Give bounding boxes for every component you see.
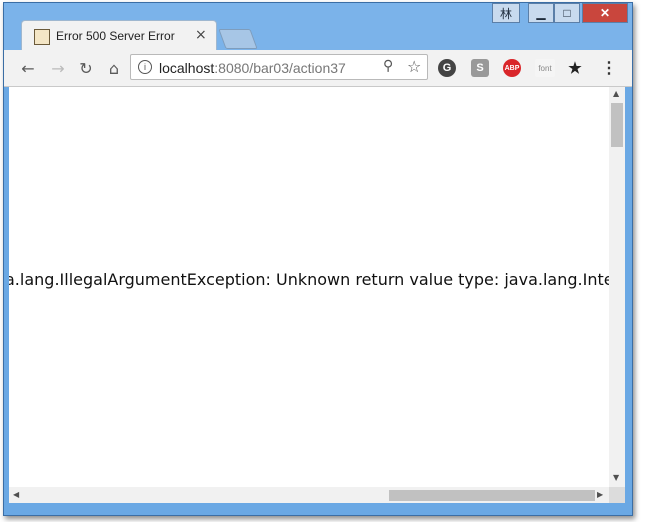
minimize-button[interactable]: ▁ [528, 3, 554, 23]
scroll-down-icon[interactable]: ▼ [613, 473, 619, 482]
horizontal-scrollbar[interactable]: ◀ ▶ [9, 487, 609, 503]
maximize-button[interactable]: □ [554, 3, 580, 23]
scroll-right-icon[interactable]: ▶ [597, 490, 603, 499]
reload-icon[interactable]: ↻ [74, 56, 98, 80]
window-bottom-frame [4, 503, 632, 515]
url-host: localhost [159, 60, 215, 76]
scroll-up-icon[interactable]: ▲ [613, 89, 619, 98]
forward-arrow-icon[interactable]: → [46, 56, 70, 80]
url-text[interactable]: localhost:8080/bar03/action37 [159, 60, 346, 76]
page-favicon-icon [34, 29, 50, 45]
star-extension-icon[interactable]: ★ [566, 59, 584, 77]
scroll-left-icon[interactable]: ◀ [13, 490, 19, 499]
vertical-scroll-thumb[interactable] [611, 103, 623, 147]
vertical-scrollbar[interactable]: ▲ ▼ [609, 87, 625, 487]
bookmark-star-icon[interactable]: ☆ [407, 57, 421, 76]
user-profile-button[interactable]: 林 [492, 3, 520, 23]
font-extension-icon[interactable]: font [535, 59, 555, 77]
home-icon[interactable]: ⌂ [102, 56, 126, 80]
back-arrow-icon[interactable]: ← [16, 56, 40, 80]
error-message: a.lang.IllegalArgumentException: Unknown… [9, 270, 609, 289]
horizontal-scroll-thumb[interactable] [389, 490, 595, 501]
tab-error-500[interactable]: Error 500 Server Error × [21, 20, 217, 51]
zoom-icon[interactable]: ⚲ [383, 58, 393, 74]
page-content: a.lang.IllegalArgumentException: Unknown… [9, 87, 609, 487]
browser-window: Error 500 Server Error × 林 ▁ □ ✕ ← → ↻ ⌂… [3, 2, 633, 516]
address-bar[interactable]: i localhost:8080/bar03/action37 ⚲ ☆ [130, 54, 428, 80]
s-extension-icon[interactable]: S [471, 59, 489, 77]
menu-dots-icon[interactable]: ⋮ [600, 59, 618, 77]
url-path: :8080/bar03/action37 [214, 60, 346, 76]
scrollbar-corner [609, 487, 625, 503]
new-tab-button[interactable] [218, 29, 258, 49]
title-bar: Error 500 Server Error × 林 ▁ □ ✕ [4, 3, 632, 51]
google-extension-icon[interactable]: G [438, 59, 456, 77]
tab-close-icon[interactable]: × [195, 27, 207, 43]
browser-toolbar: ← → ↻ ⌂ i localhost:8080/bar03/action37 … [4, 50, 632, 87]
close-window-button[interactable]: ✕ [582, 3, 628, 23]
tab-title: Error 500 Server Error [56, 29, 175, 43]
info-icon[interactable]: i [138, 60, 152, 74]
adblock-plus-icon[interactable]: ABP [503, 59, 521, 77]
